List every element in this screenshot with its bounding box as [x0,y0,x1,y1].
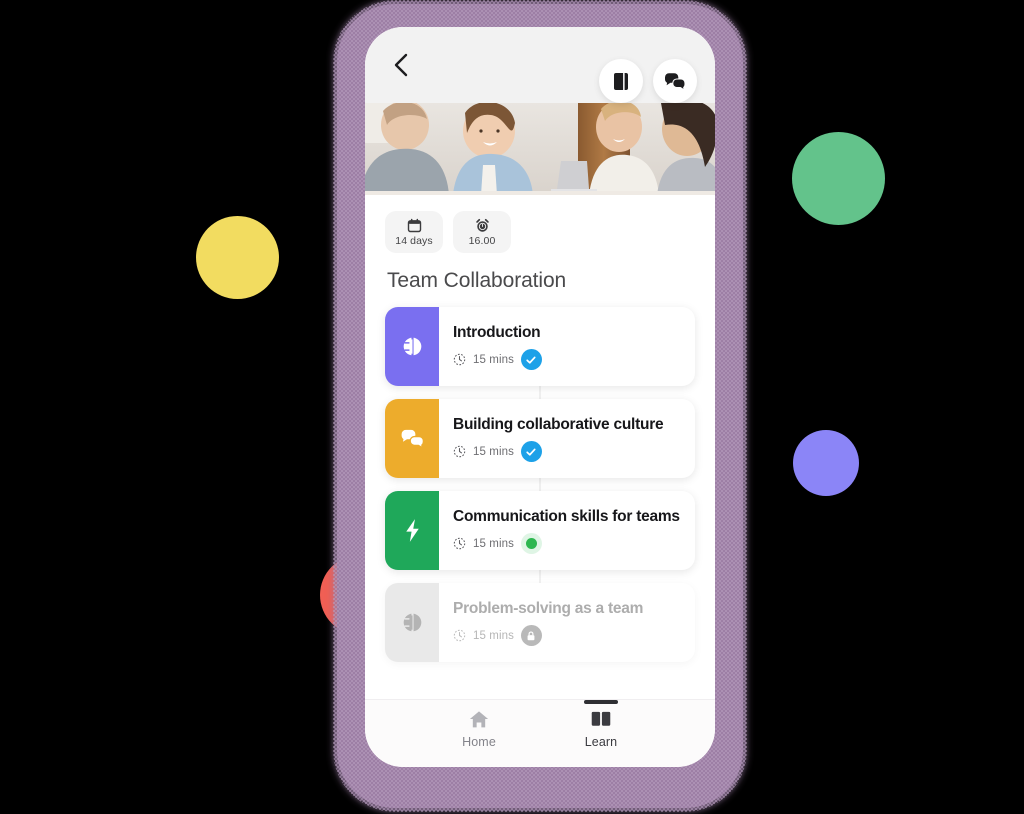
page-title: Team Collaboration [387,269,567,292]
book-button[interactable] [599,59,643,103]
decorative-circle-green [792,132,885,225]
lesson-card[interactable]: Building collaborative culture 15 mins [385,399,695,478]
lesson-title: Introduction [453,323,541,341]
hero-photo [365,103,715,195]
chat-bubbles-icon [665,73,686,91]
chat-button[interactable] [653,59,697,103]
chip-time: 16.00 [453,211,511,253]
decorative-circle-purple [793,430,859,496]
lesson-duration: 15 mins [473,629,514,642]
lesson-body: Building collaborative culture 15 mins [439,399,695,478]
status-badge-completed [520,349,542,371]
status-badge-completed [520,441,542,463]
dot-icon [525,538,537,550]
hero-image [365,103,715,195]
lesson-card[interactable]: Communication skills for teams 15 mins [385,491,695,570]
nav-label-home: Home [462,735,496,749]
phone-screen: 14 days 16.00 Team Collaboration Introdu… [365,27,715,767]
alarm-clock-icon [475,218,489,232]
lesson-duration: 15 mins [473,537,514,550]
lesson-list: Introduction 15 mins Building collaborat… [385,307,695,662]
check-icon [526,356,537,364]
timer-icon [453,537,466,550]
lesson-meta: 15 mins [453,533,683,555]
chip-duration-days: 14 days [385,211,443,253]
lesson-meta: 15 mins [453,625,683,647]
lesson-title: Communication skills for teams [453,507,680,525]
chat-bubbles-icon [401,429,424,449]
lesson-card-locked: Problem-solving as a team 15 mins [385,583,695,662]
open-book-icon [591,711,611,726]
calendar-icon [407,218,421,232]
lesson-tile [385,307,439,386]
lock-icon [528,631,535,640]
bottom-navigation: Home Learn [365,699,715,767]
lesson-tile [385,399,439,478]
chevron-left-icon [394,53,408,77]
content-fade [365,665,715,699]
lesson-content: 14 days 16.00 Team Collaboration Introdu… [365,195,715,699]
lesson-body: Communication skills for teams 15 mins [439,491,695,570]
nav-label-learn: Learn [584,735,618,749]
lesson-tile [385,583,439,662]
chip-duration-days-label: 14 days [395,234,433,247]
lesson-title: Building collaborative culture [453,415,664,433]
status-badge-in-progress [520,533,542,555]
lesson-card[interactable]: Introduction 15 mins [385,307,695,386]
brain-icon [403,337,421,356]
status-badge-locked [520,625,542,647]
chip-time-label: 16.00 [468,234,496,247]
nav-item-home[interactable]: Home [442,709,516,767]
book-icon [614,72,628,90]
lesson-duration: 15 mins [473,353,514,366]
timer-icon [453,629,466,642]
lesson-body: Problem-solving as a team 15 mins [439,583,695,662]
timer-icon [453,445,466,458]
lightning-bolt-icon [405,519,419,542]
lesson-tile [385,491,439,570]
back-button[interactable] [385,49,417,81]
lesson-title: Problem-solving as a team [453,599,644,617]
lesson-meta: 15 mins [453,441,683,463]
timer-icon [453,353,466,366]
brain-icon [403,613,421,632]
lesson-duration: 15 mins [473,445,514,458]
lesson-body: Introduction 15 mins [439,307,695,386]
nav-active-indicator [584,700,618,704]
nav-item-learn[interactable]: Learn [564,700,638,767]
home-icon [469,711,489,728]
check-icon [526,448,537,456]
phone-frame: 14 days 16.00 Team Collaboration Introdu… [333,0,747,812]
course-meta-chips: 14 days 16.00 [385,211,695,253]
decorative-circle-yellow [196,216,279,299]
header-actions [599,59,697,103]
lesson-meta: 15 mins [453,349,683,371]
